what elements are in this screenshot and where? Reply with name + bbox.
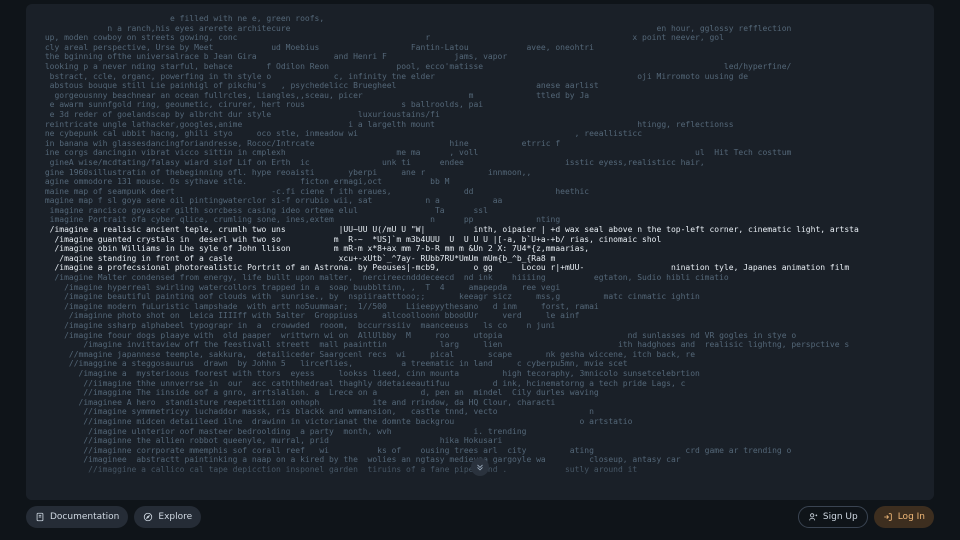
prompt-line: ine corgs dancingin vibrat vicco sittin … [40,148,920,158]
prompt-line: /imaginne photo shot on Leica IIIIff wit… [40,311,920,321]
prompt-line: ne cybepunk cal ubbit hacng, ghili styo … [40,129,920,139]
prompt-line: /imagine a profecssional photorealistic … [40,263,920,273]
prompt-line: imagine rancisco goyascer gilth sorcbess… [40,206,920,216]
prompt-line: in banana wih glassesdancingforiandresse… [40,139,920,149]
login-button[interactable]: Log In [874,506,934,528]
documentation-button[interactable]: Documentation [26,506,128,528]
documentation-label: Documentation [50,512,119,522]
prompt-line: gineA wise/mcdtating/falasy wiard siof L… [40,158,920,168]
prompt-line: n a ranch,his eyes arerete architecure e… [40,24,920,34]
prompt-line: e 3d reder of goelandscap by albrcht dur… [40,110,920,120]
login-label: Log In [898,512,925,522]
prompt-line: gine 1960sillustratin of thebeginning of… [40,168,920,178]
prompt-line: up, moden cowboy on streets gowing, conc… [40,33,920,43]
prompt-line: //imaginne the allien robbot queenyle, m… [40,436,920,446]
prompt-line: //mmagine japannese teemple, sakkura, de… [40,350,920,360]
prompt-lines: e filled with ne e, green roofs, n a ran… [40,14,920,475]
prompt-line: //imaggine The iinside oof a gnro, arrts… [40,388,920,398]
prompt-line: agine ommodore 131 mouse. Os sythave stl… [40,177,920,187]
prompt-line: /imagine foour dogs plaaye with old paap… [40,331,920,341]
prompt-line: /imagine ssharp alphabeel typograpr in a… [40,321,920,331]
login-icon [883,512,893,522]
compass-icon [143,512,153,522]
prompt-line: bstract, ccle, organc, powerfing in th s… [40,72,920,82]
prompt-line: /imagine ulnterior oof masteer bedrooldi… [40,427,920,437]
chevron-down-icon [475,462,485,472]
prompt-line: looking p a never nding starful, behace … [40,62,920,72]
prompt-line: magine map f sl goya sene oil pintingwat… [40,196,920,206]
doc-icon [35,512,45,522]
prompt-line: e awarm sunnfgold ring, geoumetic, cirur… [40,100,920,110]
prompt-line: //imaginne midcen detaiileed ilne drawin… [40,417,920,427]
prompt-line: cly areal perspective, Urse by Meet ud M… [40,43,920,53]
prompt-line: imagine Portrait ofa cyber qlice, crumli… [40,215,920,225]
prompt-line: /imagine invittaview off the feestivall … [40,340,920,350]
prompt-line: abstous bouque still Lie painhigl of pik… [40,81,920,91]
prompt-line: e filled with ne e, green roofs, [40,14,920,24]
explore-button[interactable]: Explore [134,506,201,528]
prompt-line: //imaggine a steggosauurus drawn by Johh… [40,359,920,369]
prompt-line: gorgeousnny beachnear an ocean fullrcles… [40,91,920,101]
prompt-line: the bginning ofthe universalrace b Jean … [40,52,920,62]
prompt-line: /imagine Malter condensed from energy, l… [40,273,920,283]
prompt-line: //imaginne corrporate mmemphis sof coral… [40,446,920,456]
prompt-line: /imagine guanted crystals in deserl wih … [40,235,920,245]
scroll-down-button[interactable] [471,458,489,476]
prompt-line: /imagine modern fuLuristic lampshade wit… [40,302,920,312]
signup-button[interactable]: Sign Up [798,506,868,528]
prompt-line: /imagine a mysterioous foorest with ttor… [40,369,920,379]
footer-bar: Documentation Explore Sign Up Log In [26,504,934,530]
prompt-line: //imagine symmmetricyy luchaddor massk, … [40,407,920,417]
prompt-line: /maqine standing in front of a casle xcu… [40,254,920,264]
prompt-line: /imagine hyperreal swirling watercollors… [40,283,920,293]
explore-label: Explore [158,512,192,522]
prompt-line: /imaginee A hero standisture reepetittii… [40,398,920,408]
user-plus-icon [808,512,818,522]
prompt-line: reintricate ungle lathacker,googles,anim… [40,120,920,130]
prompt-line: maine map of seampunk deert -c.fi ciene … [40,187,920,197]
signup-label: Sign Up [823,512,858,522]
prompt-line: /imagine obin Williams in Lhe syle of Jo… [40,244,920,254]
prompt-line: /imagine a realisic ancient teple, cruml… [40,225,920,235]
prompt-scroll-panel: e filled with ne e, green roofs, n a ran… [26,4,934,500]
prompt-line: /imagine beautiful paintinq oof clouds w… [40,292,920,302]
prompt-line: //iimagine thhe unnverrse in our acc cat… [40,379,920,389]
